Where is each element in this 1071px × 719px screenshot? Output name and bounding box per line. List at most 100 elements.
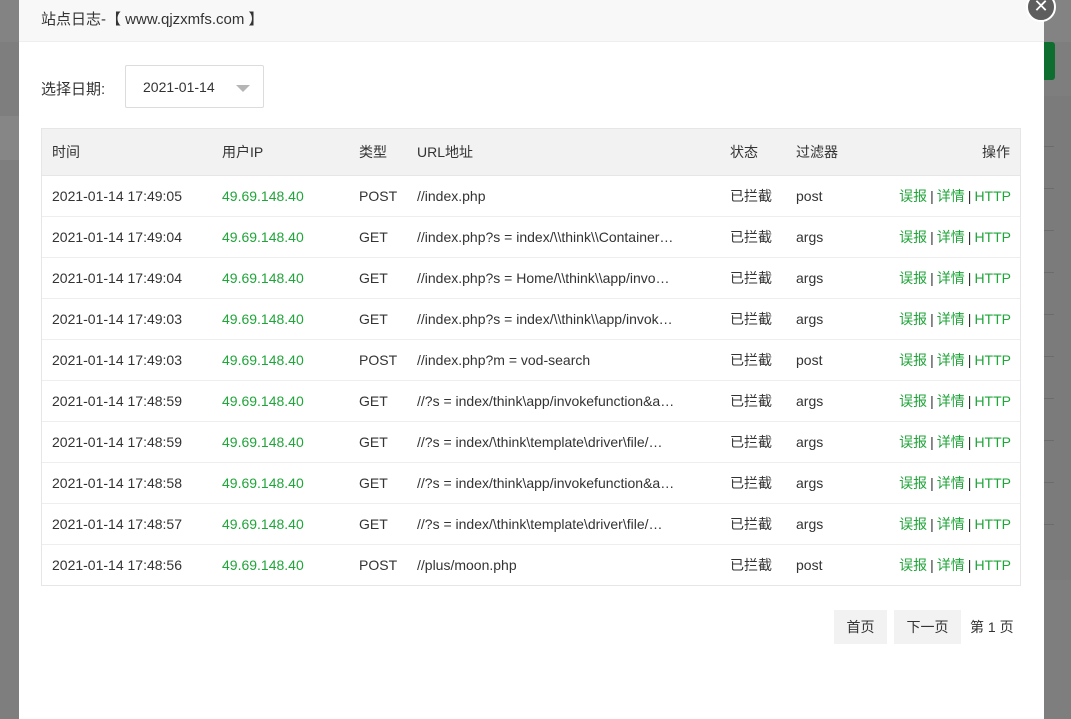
- action-separator: |: [967, 433, 972, 450]
- cell-type: GET: [349, 257, 407, 299]
- table-header-row: 时间 用户IP 类型 URL地址 状态 过滤器 操作: [42, 129, 1020, 176]
- cell-actions: 误报 | 详情 | HTTP: [866, 380, 1020, 422]
- detail-link[interactable]: 详情: [937, 229, 965, 245]
- date-select-value: 2021-01-14: [143, 79, 215, 95]
- cell-type: POST: [349, 339, 407, 381]
- detail-link[interactable]: 详情: [937, 188, 965, 204]
- detail-link[interactable]: 详情: [937, 516, 965, 532]
- http-link[interactable]: HTTP: [974, 393, 1011, 409]
- detail-link[interactable]: 详情: [937, 557, 965, 573]
- close-icon: ✕: [1033, 0, 1049, 16]
- cell-type: GET: [349, 503, 407, 545]
- report-false-positive-link[interactable]: 误报: [899, 393, 927, 409]
- cell-time: 2021-01-14 17:48:59: [42, 380, 212, 422]
- date-select[interactable]: 2021-01-14: [125, 65, 264, 108]
- column-header-ip: 用户IP: [212, 129, 349, 176]
- action-separator: |: [930, 392, 934, 409]
- cell-ip[interactable]: 49.69.148.40: [212, 462, 349, 504]
- cell-ip[interactable]: 49.69.148.40: [212, 339, 349, 381]
- detail-link[interactable]: 详情: [937, 475, 965, 491]
- first-page-button[interactable]: 首页: [834, 610, 887, 644]
- cell-status: 已拦截: [730, 556, 772, 573]
- report-false-positive-link[interactable]: 误报: [899, 557, 927, 573]
- cell-ip[interactable]: 49.69.148.40: [212, 298, 349, 340]
- detail-link[interactable]: 详情: [937, 393, 965, 409]
- cell-ip[interactable]: 49.69.148.40: [212, 216, 349, 258]
- cell-ip[interactable]: 49.69.148.40: [212, 380, 349, 422]
- detail-link[interactable]: 详情: [937, 352, 965, 368]
- site-log-modal: 站点日志-【 www.qjzxmfs.com 】 选择日期: 2021-01-1…: [19, 0, 1044, 719]
- action-separator: |: [930, 474, 934, 491]
- cell-time: 2021-01-14 17:49:04: [42, 257, 212, 299]
- cell-status: 已拦截: [720, 462, 786, 504]
- report-false-positive-link[interactable]: 误报: [899, 311, 927, 327]
- cell-ip[interactable]: 49.69.148.40: [212, 421, 349, 463]
- action-separator: |: [967, 474, 972, 491]
- http-link[interactable]: HTTP: [974, 516, 1011, 532]
- cell-filter: args: [786, 298, 866, 340]
- date-filter-label: 选择日期:: [41, 81, 106, 98]
- cell-ip[interactable]: 49.69.148.40: [212, 503, 349, 545]
- table-row: 2021-01-14 17:48:58 49.69.148.40 GET//?s =…: [42, 462, 1020, 504]
- action-separator: |: [930, 433, 934, 450]
- detail-link[interactable]: 详情: [937, 434, 965, 450]
- cell-url: //index.php?s = Home/\\think\\app/invo…: [407, 257, 720, 299]
- cell-type: POST: [359, 556, 398, 573]
- column-header-type: 类型: [349, 129, 407, 176]
- table-row: 2021-01-14 17:49:03 49.69.148.40 POST//ind…: [42, 339, 1020, 381]
- column-header-url: URL地址: [407, 129, 720, 176]
- table-row: 2021-01-14 17:49:05 49.69.148.40 POST//ind…: [42, 175, 1020, 217]
- action-separator: |: [930, 556, 934, 573]
- cell-status: 已拦截: [720, 339, 786, 381]
- http-link[interactable]: HTTP: [974, 557, 1011, 573]
- report-false-positive-link[interactable]: 误报: [899, 229, 927, 245]
- report-false-positive-link[interactable]: 误报: [899, 516, 927, 532]
- table-body: 2021-01-14 17:49:05 49.69.148.40 POST//ind…: [42, 175, 1020, 585]
- detail-link[interactable]: 详情: [937, 270, 965, 286]
- cell-ip[interactable]: 49.69.148.40: [212, 544, 349, 585]
- table-row: 2021-01-14 17:49:04 49.69.148.40 GET//inde…: [42, 257, 1020, 299]
- table-row: 2021-01-14 17:48:56 49.69.148.40 POST //plu…: [42, 544, 1020, 585]
- http-link[interactable]: HTTP: [974, 434, 1011, 450]
- http-link[interactable]: HTTP: [974, 229, 1011, 245]
- cell-type: GET: [349, 462, 407, 504]
- cell-ip[interactable]: 49.69.148.40: [212, 175, 349, 217]
- report-false-positive-link[interactable]: 误报: [899, 188, 927, 204]
- report-false-positive-link[interactable]: 误报: [899, 270, 927, 286]
- http-link[interactable]: HTTP: [974, 352, 1011, 368]
- cell-status: 已拦截: [720, 421, 786, 463]
- next-page-button[interactable]: 下一页: [894, 610, 961, 644]
- http-link[interactable]: HTTP: [974, 270, 1011, 286]
- http-link[interactable]: HTTP: [974, 188, 1011, 204]
- cell-time: 2021-01-14 17:48:58: [42, 462, 212, 504]
- cell-actions: 误报 | 详情 | HTTP: [866, 175, 1020, 217]
- http-link[interactable]: HTTP: [974, 311, 1011, 327]
- current-page-indicator: 第 1 页: [970, 619, 1014, 635]
- detail-link[interactable]: 详情: [937, 311, 965, 327]
- cell-actions: 误报 | 详情 | HTTP: [866, 503, 1020, 545]
- modal-title: 站点日志-【 www.qjzxmfs.com 】: [41, 11, 264, 28]
- cell-actions: 误报 | 详情 | HTTP: [866, 257, 1020, 299]
- cell-url: //index.php: [407, 175, 720, 217]
- table-row: 2021-01-14 17:48:59 49.69.148.40 GET//?s =…: [42, 421, 1020, 463]
- report-false-positive-link[interactable]: 误报: [899, 434, 927, 450]
- background-sidebar-item: [0, 116, 19, 160]
- action-separator: |: [930, 515, 934, 532]
- cell-actions: 误报 | 详情 | HTTP: [866, 544, 1020, 585]
- cell-url: //?s = index/think\app/invokefunction&a…: [407, 462, 720, 504]
- cell-type: GET: [349, 216, 407, 258]
- column-header-actions: 操作: [866, 129, 1020, 176]
- action-separator: |: [930, 187, 934, 204]
- report-false-positive-link[interactable]: 误报: [899, 352, 927, 368]
- table-row: 2021-01-14 17:48:57 49.69.148.40 GET//?s =…: [42, 503, 1020, 545]
- cell-ip[interactable]: 49.69.148.40: [212, 257, 349, 299]
- background-table-edge: [1044, 96, 1071, 580]
- action-separator: |: [967, 269, 972, 286]
- cell-actions: 误报 | 详情 | HTTP: [866, 216, 1020, 258]
- column-header-status: 状态: [720, 129, 786, 176]
- http-link[interactable]: HTTP: [974, 475, 1011, 491]
- cell-filter: args: [786, 421, 866, 463]
- cell-url: //plus/moon.php: [417, 556, 517, 573]
- cell-actions: 误报 | 详情 | HTTP: [866, 298, 1020, 340]
- report-false-positive-link[interactable]: 误报: [899, 475, 927, 491]
